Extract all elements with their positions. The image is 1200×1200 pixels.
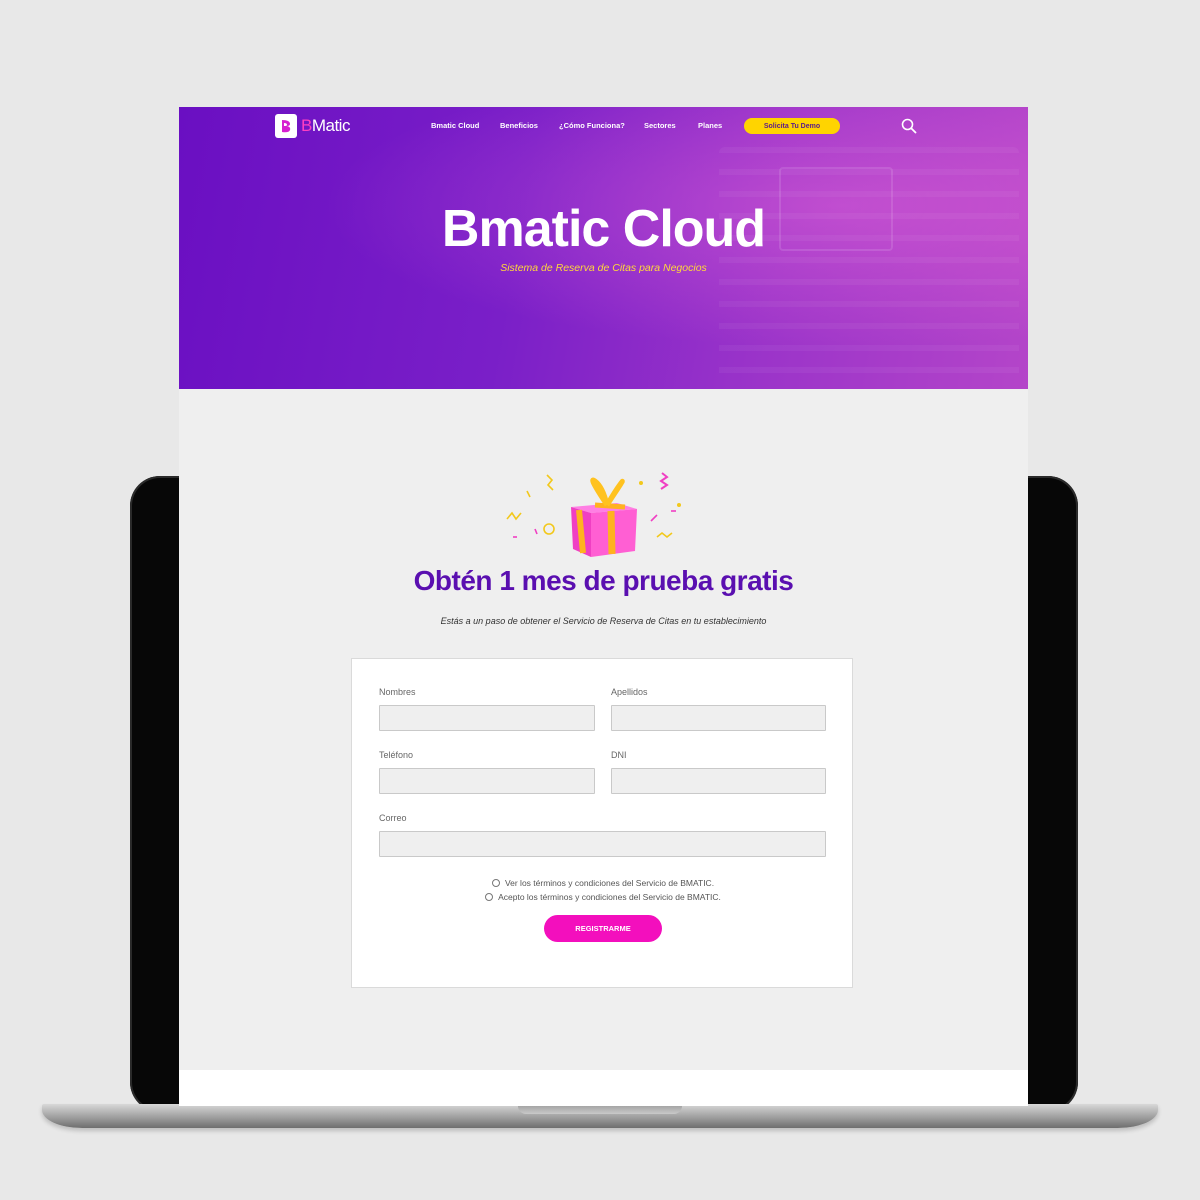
offer-title: Obtén 1 mes de prueba gratis xyxy=(413,565,794,596)
hero-subtitle: Sistema de Reserva de Citas para Negocio… xyxy=(500,262,707,274)
apellidos-label: Apellidos xyxy=(611,687,648,697)
site-logo[interactable]: BMatic xyxy=(275,114,350,138)
correo-field[interactable] xyxy=(379,831,826,857)
terms-view-option[interactable]: Ver los términos y condiciones del Servi… xyxy=(352,878,854,888)
hero-title: Bmatic Cloud xyxy=(441,200,766,258)
logo-letters: Matic xyxy=(311,116,351,135)
correo-label: Correo xyxy=(379,813,407,823)
apellidos-field[interactable] xyxy=(611,705,826,731)
nav-item-sectores[interactable]: Sectores xyxy=(644,121,676,130)
telefono-label: Teléfono xyxy=(379,750,414,760)
terms-view-label: Ver los términos y condiciones del Servi… xyxy=(504,878,715,888)
dni-label: DNI xyxy=(611,750,627,760)
webpage-screen: BMatic Bmatic Cloud Beneficios ¿Cómo Fun… xyxy=(179,107,1028,1106)
gift-icon xyxy=(499,467,699,567)
search-icon[interactable] xyxy=(901,118,917,134)
nombres-label: Nombres xyxy=(379,687,416,697)
nav-item-beneficios[interactable]: Beneficios xyxy=(500,121,538,130)
request-demo-button[interactable]: Solicita Tu Demo xyxy=(744,118,840,134)
footer-strip xyxy=(179,1070,1028,1106)
telefono-field[interactable] xyxy=(379,768,595,794)
nav-item-planes[interactable]: Planes xyxy=(698,121,722,130)
nombres-field[interactable] xyxy=(379,705,595,731)
registration-form: Nombres Apellidos Teléfono DNI Correo Ve… xyxy=(351,658,853,988)
hero-banner: BMatic Bmatic Cloud Beneficios ¿Cómo Fun… xyxy=(179,107,1028,389)
terms-accept-option[interactable]: Acepto los términos y condiciones del Se… xyxy=(352,892,854,902)
top-navigation: BMatic Bmatic Cloud Beneficios ¿Cómo Fun… xyxy=(179,107,1028,147)
logo-letter-b: B xyxy=(301,116,312,135)
terms-view-radio[interactable] xyxy=(491,879,500,887)
offer-subtitle: Estás a un paso de obtener el Servicio d… xyxy=(440,616,767,626)
terms-accept-radio[interactable] xyxy=(485,893,494,901)
bmatic-logo-icon xyxy=(275,114,297,138)
nav-item-como-funciona[interactable]: ¿Cómo Funciona? xyxy=(559,121,625,130)
logo-wordmark: BMatic xyxy=(301,116,350,136)
terms-accept-label: Acepto los términos y condiciones del Se… xyxy=(498,892,721,902)
dni-field[interactable] xyxy=(611,768,826,794)
register-button[interactable]: REGISTRARME xyxy=(544,915,662,942)
nav-item-bmatic-cloud[interactable]: Bmatic Cloud xyxy=(431,121,479,130)
